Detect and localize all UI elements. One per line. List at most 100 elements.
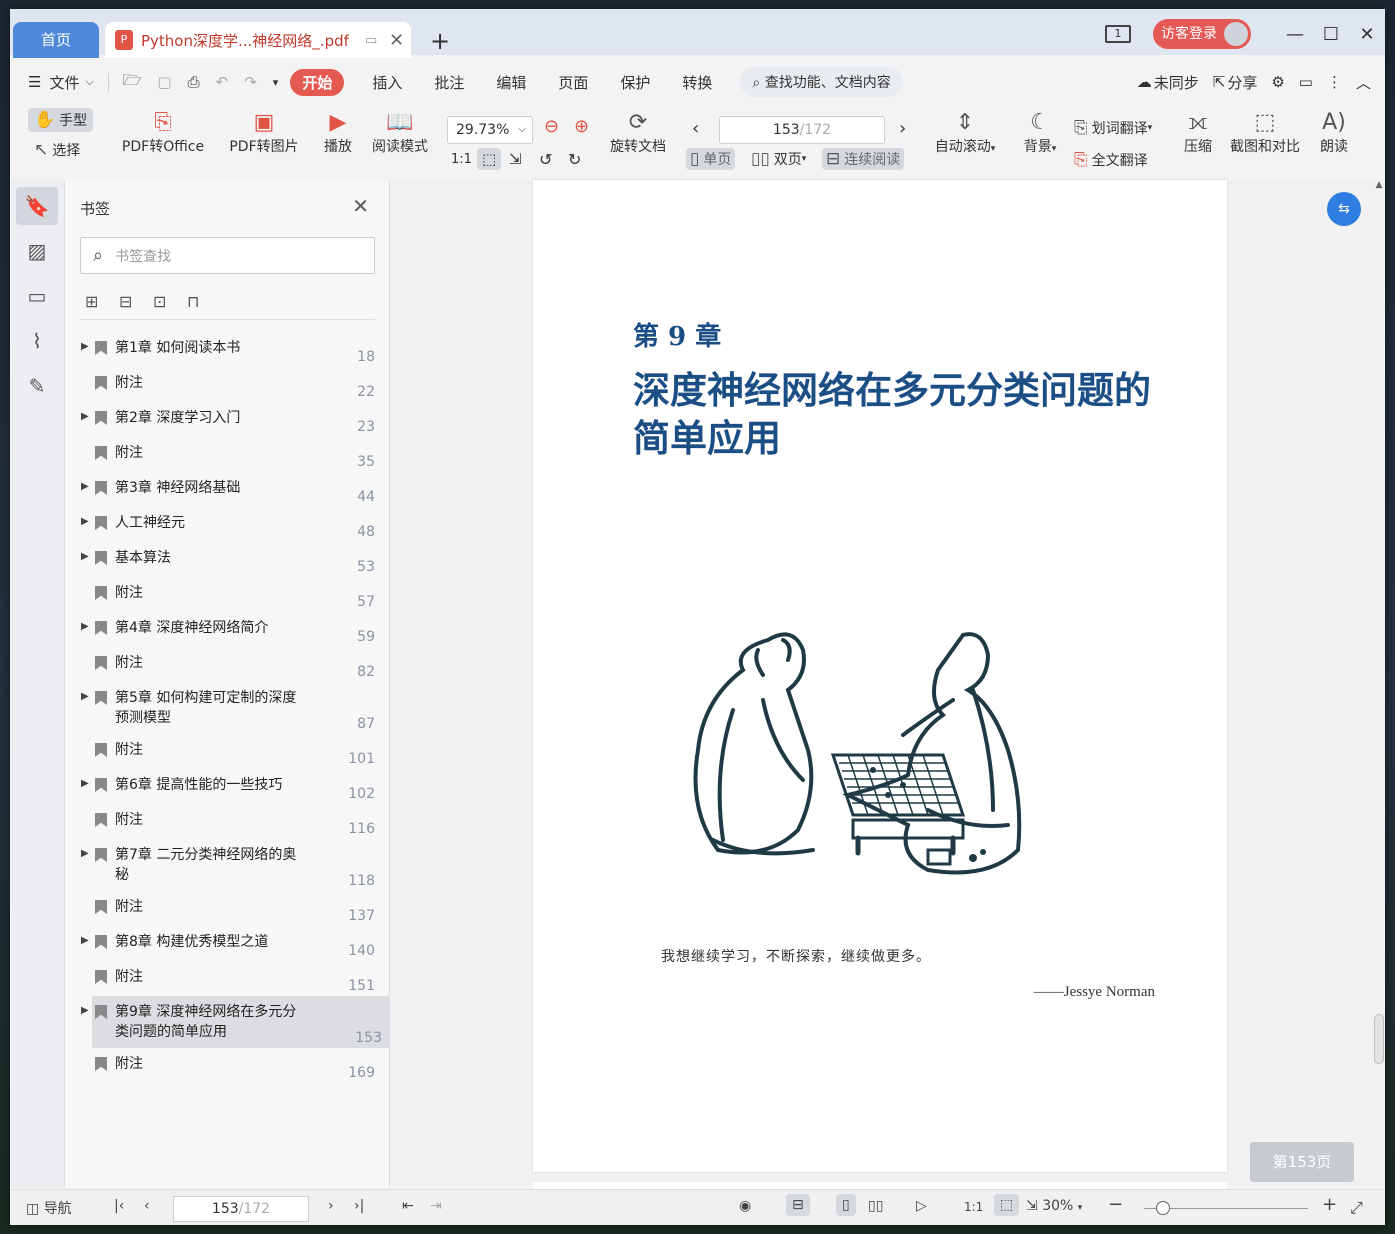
zoom-in-icon[interactable]: ⊕ bbox=[574, 116, 589, 137]
rotate-right-icon[interactable]: ↻ bbox=[568, 150, 581, 169]
screenshot-compare-button[interactable]: ⬚ 截图和对比 bbox=[1224, 108, 1306, 156]
single-view-icon[interactable]: ▯ bbox=[836, 1194, 856, 1216]
bookmark-item[interactable]: ▶ 第2章 深度学习入门 23 bbox=[65, 402, 390, 437]
expand-arrow-icon[interactable]: ▶ bbox=[81, 775, 93, 789]
zoom-out-button[interactable]: − bbox=[1108, 1194, 1123, 1215]
double-page-button[interactable]: ▯▯ 双页 ▾ bbox=[751, 149, 806, 169]
play-icon[interactable]: ▷ bbox=[916, 1198, 927, 1214]
select-tool[interactable]: ↖ 选择 bbox=[34, 140, 80, 160]
read-mode-button[interactable]: 📖 阅读模式 bbox=[368, 108, 432, 156]
close-icon[interactable]: ✕ bbox=[352, 194, 369, 218]
menu-file[interactable]: 文件 bbox=[49, 72, 79, 93]
rotate-document-button[interactable]: ⟳ 旋转文档 bbox=[606, 108, 670, 156]
expand-arrow-icon[interactable]: ▶ bbox=[81, 932, 93, 946]
expand-arrow-icon[interactable]: ▶ bbox=[81, 408, 93, 422]
menu-insert[interactable]: 插入 bbox=[372, 72, 402, 93]
cloud-sync-icon[interactable]: ☁ bbox=[1137, 73, 1152, 91]
next-page-icon[interactable]: › bbox=[899, 118, 906, 139]
actual-size-icon[interactable]: 1:1 bbox=[451, 152, 472, 167]
prev-page-icon[interactable]: ‹ bbox=[692, 118, 699, 139]
bookmark-item[interactable]: 附注 22 bbox=[65, 367, 390, 402]
tab-close-icon[interactable]: ✕ bbox=[389, 30, 405, 51]
bookmark-item[interactable]: ▶ 第9章 深度神经网络在多元分类问题的简单应用 153 bbox=[81, 996, 390, 1048]
menu-convert[interactable]: 转换 bbox=[682, 72, 712, 93]
back-icon[interactable]: ⇤ bbox=[402, 1198, 414, 1214]
tab-home[interactable]: 首页 bbox=[13, 22, 99, 58]
maximize-button[interactable]: ☐ bbox=[1313, 24, 1349, 45]
expand-arrow-icon[interactable]: ▶ bbox=[81, 478, 93, 492]
expand-arrow-icon[interactable]: ▶ bbox=[81, 688, 93, 702]
scrollbar-thumb[interactable] bbox=[1374, 1014, 1384, 1064]
hand-tool[interactable]: ✋ 手型 bbox=[28, 108, 94, 132]
bookmark-item[interactable]: 附注 137 bbox=[65, 891, 390, 926]
full-translate-button[interactable]: ⎘ 全文翻译 bbox=[1074, 150, 1148, 170]
navigation-toggle[interactable]: ◫ 导航 bbox=[26, 1198, 72, 1218]
bookmark-item[interactable]: ▶ 第3章 神经网络基础 44 bbox=[65, 472, 390, 507]
zoom-slider[interactable] bbox=[1144, 1201, 1308, 1215]
bookmark-outline-icon[interactable]: ⊓ bbox=[187, 292, 221, 311]
minimize-button[interactable]: — bbox=[1277, 24, 1313, 45]
float-tool-icon[interactable]: ⇆ bbox=[1327, 192, 1361, 226]
share-icon[interactable]: ⇱ bbox=[1213, 73, 1226, 91]
bookmark-item[interactable]: ▶ 基本算法 53 bbox=[65, 542, 390, 577]
menu-edit[interactable]: 编辑 bbox=[496, 72, 526, 93]
auto-scroll-button[interactable]: ⇕ 自动滚动▾ bbox=[928, 108, 1002, 158]
zoom-slider-knob[interactable] bbox=[1156, 1201, 1170, 1215]
bookmark-item[interactable]: ▶ 第5章 如何构建可定制的深度预测模型 87 bbox=[65, 682, 390, 734]
vertical-scrollbar[interactable]: ▲ bbox=[1373, 180, 1385, 1188]
zoom-select[interactable]: 29.73% ⌵ bbox=[447, 116, 533, 144]
chevron-down-icon[interactable]: ⌵ bbox=[85, 75, 93, 89]
bookmark-item[interactable]: ▶ 第7章 二元分类神经网络的奥秘 118 bbox=[65, 839, 390, 891]
zoom-in-button[interactable]: + bbox=[1322, 1194, 1337, 1215]
bookmark-icon[interactable]: 🔖 bbox=[16, 187, 58, 225]
signature-icon[interactable]: ✎ bbox=[16, 367, 58, 405]
bookmark-item[interactable]: ▶ 第6章 提高性能的一些技巧 102 bbox=[65, 769, 390, 804]
single-page-button[interactable]: ▯ 单页 bbox=[686, 148, 736, 170]
expand-arrow-icon[interactable]: ▶ bbox=[81, 338, 93, 352]
fullscreen-icon[interactable]: ⤢ bbox=[1350, 1198, 1363, 1218]
bookmark-item[interactable]: ▶ 第4章 深度神经网络简介 59 bbox=[65, 612, 390, 647]
double-view-icon[interactable]: ▯▯ bbox=[868, 1198, 883, 1214]
fit-page-icon[interactable]: ⬚ bbox=[994, 1194, 1020, 1216]
add-bookmark-icon[interactable]: ⊡ bbox=[153, 292, 187, 311]
print-icon[interactable]: ⎙ bbox=[188, 73, 200, 91]
status-page-input[interactable]: 153/172 bbox=[173, 1196, 309, 1222]
next-page-icon[interactable]: › bbox=[328, 1198, 334, 1214]
comment-icon[interactable]: ▭ bbox=[16, 277, 58, 315]
forward-icon[interactable]: ⇥ bbox=[430, 1198, 442, 1214]
menu-annotate[interactable]: 批注 bbox=[434, 72, 464, 93]
collapse-all-icon[interactable]: ⊟ bbox=[119, 292, 153, 311]
bookmark-item[interactable]: 附注 169 bbox=[65, 1048, 390, 1083]
expand-arrow-icon[interactable]: ▶ bbox=[81, 618, 93, 632]
word-translate-button[interactable]: ⎘ 划词翻译 ▾ bbox=[1074, 118, 1152, 138]
expand-arrow-icon[interactable]: ▶ bbox=[81, 1002, 93, 1016]
play-button[interactable]: ▶ 播放 bbox=[318, 108, 358, 156]
sync-status[interactable]: 未同步 bbox=[1154, 72, 1199, 93]
bookmark-item[interactable]: 附注 151 bbox=[65, 961, 390, 996]
gear-icon[interactable]: ⚙ bbox=[1271, 73, 1284, 91]
expand-arrow-icon[interactable]: ▶ bbox=[81, 548, 93, 562]
continuous-view-icon[interactable]: ⊟ bbox=[786, 1194, 810, 1216]
expand-arrow-icon[interactable]: ▶ bbox=[81, 513, 93, 527]
page-number-input[interactable]: 153/172 bbox=[719, 116, 885, 144]
zoom-control[interactable]: ⇲ 30% ▾ bbox=[1026, 1198, 1082, 1214]
read-aloud-button[interactable]: A) 朗读 bbox=[1314, 108, 1354, 156]
bookmark-item[interactable]: 附注 57 bbox=[65, 577, 390, 612]
fit-width-icon[interactable]: ⇲ bbox=[509, 150, 522, 168]
expand-all-icon[interactable]: ⊞ bbox=[85, 292, 119, 311]
attachment-icon[interactable]: ⌇ bbox=[16, 322, 58, 360]
rotate-left-icon[interactable]: ↺ bbox=[539, 150, 552, 169]
tab-document[interactable]: P Python深度学...神经网络_.pdf ▭ ✕ bbox=[105, 22, 411, 58]
share-button[interactable]: 分享 bbox=[1227, 72, 1257, 93]
bookmark-search-input[interactable]: ⌕ 书签查找 bbox=[80, 237, 375, 274]
last-page-icon[interactable]: ›| bbox=[354, 1198, 364, 1214]
bookmark-item[interactable]: 附注 35 bbox=[65, 437, 390, 472]
hamburger-icon[interactable]: ☰ bbox=[28, 73, 41, 91]
expand-arrow-icon[interactable]: ▶ bbox=[81, 845, 93, 859]
comment-icon[interactable]: ▭ bbox=[1299, 73, 1313, 91]
prev-page-icon[interactable]: ‹ bbox=[144, 1198, 150, 1214]
background-button[interactable]: ☾ 背景▾ bbox=[1018, 108, 1062, 158]
scroll-up-icon[interactable]: ▲ bbox=[1373, 180, 1385, 190]
close-button[interactable]: ✕ bbox=[1349, 24, 1385, 45]
bookmark-item[interactable]: 附注 82 bbox=[65, 647, 390, 682]
